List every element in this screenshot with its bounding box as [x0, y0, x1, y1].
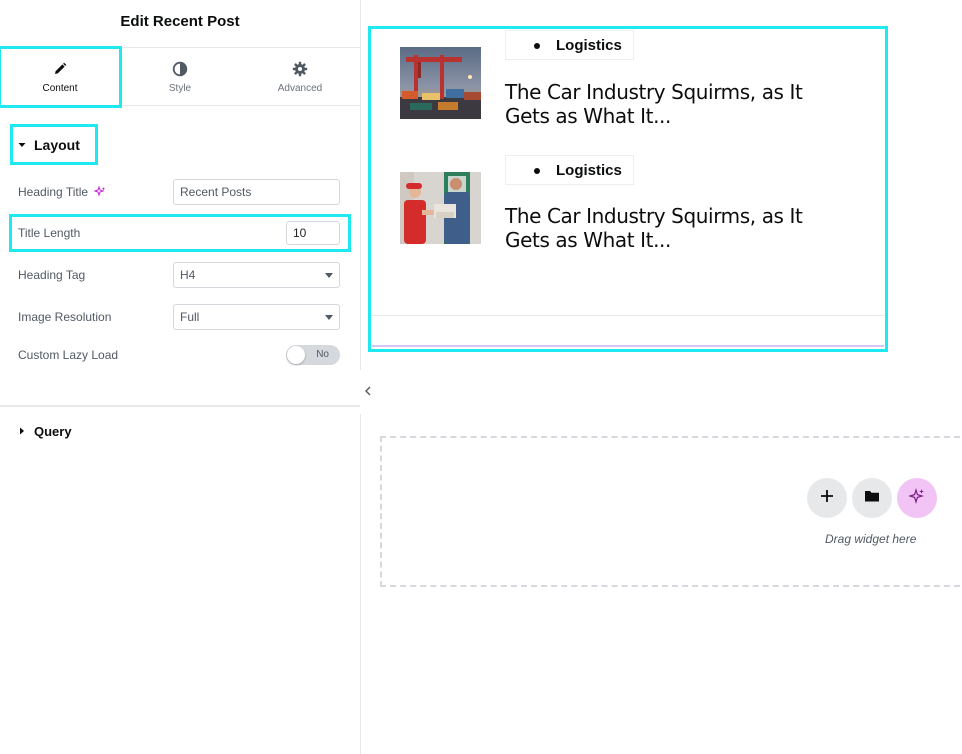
editor-panel: Edit Recent Post Content Style Advanced …	[0, 0, 361, 754]
post-category-badge[interactable]: Logistics	[505, 30, 634, 60]
title-length-label: Title Length	[18, 226, 81, 240]
image-resolution-label: Image Resolution	[18, 310, 112, 324]
heading-title-input[interactable]: Recent Posts	[173, 179, 340, 205]
section-query-label: Query	[34, 423, 72, 439]
custom-lazy-load-label: Custom Lazy Load	[18, 348, 119, 362]
image-resolution-select[interactable]: Full	[173, 304, 340, 330]
drop-zone-label: Drag widget here	[825, 532, 917, 546]
widget-divider	[372, 315, 884, 316]
panel-collapse-handle[interactable]	[360, 370, 376, 414]
bullet-icon	[534, 168, 540, 174]
pencil-icon	[53, 60, 67, 78]
post-title[interactable]: The Car Industry Squirms, as It Gets as …	[505, 204, 835, 252]
control-heading-tag: Heading Tag H4	[18, 262, 340, 288]
chevron-left-icon	[364, 383, 372, 401]
toggle-state: No	[316, 349, 329, 360]
control-image-resolution: Image Resolution Full	[18, 304, 340, 330]
image-resolution-value: Full	[180, 310, 200, 324]
section-layout-toggle[interactable]: Layout	[10, 124, 98, 165]
bullet-icon	[534, 43, 540, 49]
add-element-button[interactable]	[807, 478, 847, 518]
heading-tag-select[interactable]: H4	[173, 262, 340, 288]
post-thumbnail[interactable]	[400, 172, 481, 244]
custom-lazy-load-toggle[interactable]: No	[286, 345, 340, 365]
panel-tabs: Content Style Advanced	[0, 46, 360, 108]
tab-style-label: Style	[168, 83, 192, 94]
heading-tag-value: H4	[180, 268, 196, 282]
toggle-knob	[287, 346, 305, 364]
post-category: Logistics	[556, 161, 622, 179]
gear-icon	[292, 60, 308, 78]
section-layout-label: Layout	[34, 136, 80, 153]
dropdown-arrow-icon	[325, 314, 333, 320]
folder-icon	[864, 489, 880, 508]
caret-right-icon	[16, 425, 28, 437]
post-item: Logistics The Car Industry Squirms, as I…	[400, 30, 840, 142]
post-title[interactable]: The Car Industry Squirms, as It Gets as …	[505, 80, 835, 128]
ai-sparkle-icon[interactable]	[94, 186, 106, 198]
post-item: Logistics The Car Industry Squirms, as I…	[400, 155, 840, 267]
control-title-length: Title Length 10	[18, 220, 340, 246]
heading-tag-label: Heading Tag	[18, 268, 86, 282]
control-heading-title: Heading Title Recent Posts	[18, 179, 340, 205]
widget-accent-line	[372, 345, 884, 347]
heading-title-label: Heading Title	[18, 185, 89, 199]
post-category: Logistics	[556, 36, 622, 54]
post-category-badge[interactable]: Logistics	[505, 155, 634, 185]
template-library-button[interactable]	[852, 478, 892, 518]
control-custom-lazy-load: Custom Lazy Load No	[18, 342, 340, 368]
ai-generate-button[interactable]	[897, 478, 937, 518]
title-length-input[interactable]: 10	[286, 221, 340, 245]
dropdown-arrow-icon	[325, 272, 333, 278]
caret-down-icon	[16, 139, 28, 151]
tab-advanced[interactable]: Advanced	[240, 48, 360, 106]
section-divider	[0, 405, 360, 407]
tab-advanced-label: Advanced	[277, 83, 323, 94]
tab-content[interactable]: Content	[0, 46, 122, 108]
tab-style[interactable]: Style	[120, 48, 240, 106]
panel-title: Edit Recent Post	[120, 13, 240, 30]
half-circle-icon	[172, 60, 188, 78]
post-thumbnail[interactable]	[400, 47, 481, 119]
tab-content-label: Content	[42, 83, 78, 94]
panel-header: Edit Recent Post	[0, 0, 360, 48]
plus-icon	[820, 489, 834, 508]
section-query-toggle[interactable]: Query	[16, 420, 72, 442]
ai-sparkle-icon	[907, 487, 925, 509]
